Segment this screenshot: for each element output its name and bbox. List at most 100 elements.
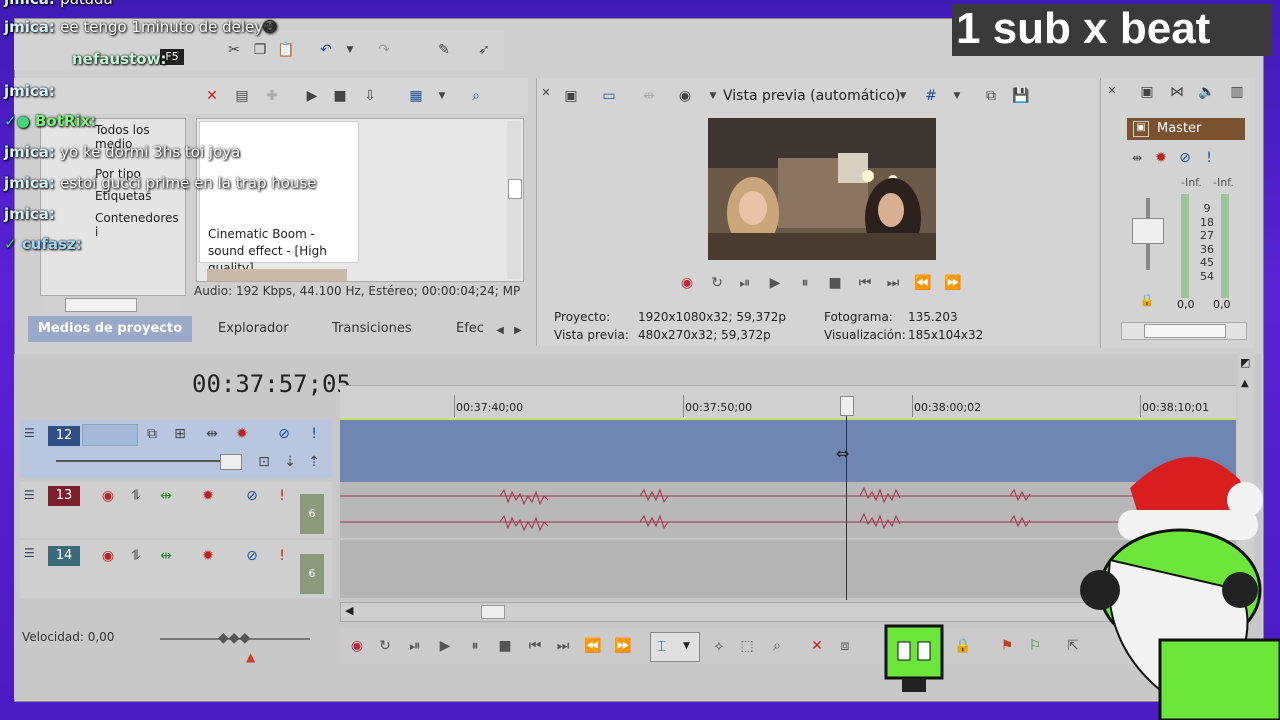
master-bus[interactable]: ▣ Master — [1127, 118, 1245, 140]
overlay-grid-icon[interactable]: # — [921, 86, 941, 106]
tab-effects[interactable]: Efec — [456, 316, 484, 342]
views-icon[interactable]: ▦ — [406, 86, 426, 106]
track-name-field[interactable] — [82, 424, 138, 446]
playhead[interactable] — [846, 398, 847, 600]
trim-icon[interactable]: ⧈ — [834, 635, 856, 657]
playhead-handle[interactable] — [840, 396, 854, 416]
next-frame-icon[interactable]: ⏩ — [612, 635, 634, 657]
make-compositing-parent-icon[interactable]: ⇡ — [304, 452, 324, 472]
master-bypass-icon[interactable]: ⊘ — [1175, 148, 1195, 168]
properties-icon[interactable]: ▤ — [232, 86, 252, 106]
preview-close-icon[interactable]: ✕ — [536, 82, 556, 102]
play-icon[interactable]: ▶ — [764, 272, 786, 294]
add-icon[interactable]: ✚ — [262, 86, 282, 106]
speed-slider-thumb[interactable]: ◆◆◆ — [218, 630, 250, 646]
cut-icon[interactable]: ✂ — [224, 40, 244, 60]
mixer-properties-icon[interactable]: ▣ — [1137, 82, 1157, 102]
downmix-icon[interactable]: ⋈ — [1167, 82, 1187, 102]
render-icon[interactable]: ✎ — [434, 40, 454, 60]
track-pan-icon[interactable]: ⇹ — [202, 424, 222, 444]
track-mute-icon[interactable]: ⊘ — [274, 424, 294, 444]
mixer-meter-icon[interactable]: ▥ — [1227, 82, 1247, 102]
track-fx-icon[interactable]: ✹ — [198, 546, 218, 566]
make-compositing-child-icon[interactable]: ⇣ — [280, 452, 300, 472]
lock-envelopes-icon[interactable]: 🔒 — [952, 635, 974, 657]
preview-properties-icon[interactable]: ▣ — [561, 86, 581, 106]
track-motion-icon[interactable]: ⊞ — [170, 424, 190, 444]
record-icon[interactable]: ◉ — [346, 635, 368, 657]
lock-icon[interactable]: 🔒 — [1137, 290, 1157, 310]
pause-icon[interactable]: ⏸ — [464, 635, 486, 657]
tree-scrollbar[interactable] — [45, 297, 179, 312]
pause-icon[interactable]: ⏸ — [794, 272, 816, 294]
play-from-start-icon[interactable]: ⏯ — [404, 635, 426, 657]
track-solo-icon[interactable]: ! — [272, 486, 292, 506]
arm-record-icon[interactable]: ◉ — [98, 546, 118, 566]
selection-tool-icon[interactable]: ⬚ — [736, 635, 758, 657]
undo-icon[interactable]: ↶ — [316, 40, 336, 60]
insert-marker-icon[interactable]: ⚑ — [996, 635, 1018, 657]
parent-composite-icon[interactable]: ⊡ — [254, 452, 274, 472]
external-monitor-icon[interactable]: ▭ — [599, 86, 619, 106]
tabs-right-icon[interactable]: ▶ — [508, 320, 528, 340]
search-icon[interactable]: ⌕ — [466, 86, 486, 106]
play-preview-icon[interactable]: ▶ — [302, 86, 322, 106]
track-pan-icon[interactable]: ⇹ — [156, 486, 176, 506]
track-header-video[interactable]: ☰ 12 ⧉ ⊞ ⇹ ✹ ⊘ ! ⊡ ⇣ ⇡ — [20, 420, 332, 478]
invert-phase-icon[interactable]: ⥮ — [126, 546, 146, 566]
track-mute-icon[interactable]: ⊘ — [242, 546, 262, 566]
tab-project-media[interactable]: Medios de proyecto — [28, 316, 193, 342]
go-to-end-icon[interactable]: ⏭ — [552, 635, 574, 657]
track-fx-icon[interactable]: ✹ — [232, 424, 252, 444]
mixer-close-icon[interactable]: ✕ — [1102, 80, 1122, 100]
prev-frame-icon[interactable]: ⏪ — [582, 635, 604, 657]
tabs-left-icon[interactable]: ◀ — [490, 320, 510, 340]
track-collapse-icon[interactable]: ☰ — [24, 488, 35, 502]
track-pan-icon[interactable]: ⇹ — [156, 546, 176, 566]
track-fx-icon[interactable]: ✹ — [198, 486, 218, 506]
master-pan-icon[interactable]: ⇹ — [1127, 148, 1147, 168]
prev-frame-icon[interactable]: ⏪ — [912, 272, 934, 294]
track-collapse-icon[interactable]: ☰ — [24, 546, 35, 560]
zoom-tool-icon[interactable]: ⌕ — [766, 635, 788, 657]
auto-preview-icon[interactable]: ⇩ — [360, 86, 380, 106]
tab-explorer[interactable]: Explorador — [218, 316, 289, 342]
arm-record-icon[interactable]: ◉ — [98, 486, 118, 506]
track-opacity-thumb[interactable] — [220, 454, 242, 470]
play-icon[interactable]: ▶ — [434, 635, 456, 657]
mute-icon[interactable]: 🔈 — [1197, 82, 1217, 102]
go-to-start-icon[interactable]: ⏮ — [854, 272, 876, 294]
loop-icon[interactable]: ↻ — [374, 635, 396, 657]
stop-icon[interactable]: ■ — [824, 272, 846, 294]
copy-icon[interactable]: ❐ — [250, 40, 270, 60]
preview-mode-dropdown-icon[interactable]: ▼ — [703, 86, 723, 106]
preview-mode-label[interactable]: Vista previa (automático) — [723, 88, 900, 104]
delete-clip-icon[interactable]: ✕ — [806, 635, 828, 657]
copy-snapshot-icon[interactable]: ⧉ — [981, 86, 1001, 106]
undo-dropdown-icon[interactable]: ▼ — [340, 40, 360, 60]
play-from-start-icon[interactable]: ⏯ — [734, 272, 756, 294]
envelope-tool-icon[interactable]: ⟡ — [708, 635, 730, 657]
mixer-scrollbar[interactable] — [1121, 322, 1247, 340]
scroll-left-icon[interactable]: ◀ — [345, 604, 353, 617]
track-collapse-icon[interactable]: ☰ — [24, 426, 35, 440]
redo-icon[interactable]: ↷ — [374, 40, 394, 60]
preview-quality-dropdown-icon[interactable]: ▼ — [893, 86, 913, 106]
tab-transitions[interactable]: Transiciones — [332, 316, 412, 342]
invert-phase-icon[interactable]: ⥮ — [126, 486, 146, 506]
master-solo-icon[interactable]: ! — [1199, 148, 1219, 168]
paste-icon[interactable]: 📋 — [276, 40, 296, 60]
next-frame-icon[interactable]: ⏩ — [942, 272, 964, 294]
scroll-thumb[interactable] — [481, 605, 505, 619]
master-fader[interactable] — [1132, 218, 1164, 244]
split-screen-icon[interactable]: ⇹ — [639, 86, 659, 106]
go-to-start-icon[interactable]: ⏮ — [524, 635, 546, 657]
overlay-dropdown-icon[interactable]: ▼ — [947, 86, 967, 106]
views-dropdown-icon[interactable]: ▼ — [432, 86, 452, 106]
go-to-end-icon[interactable]: ⏭ — [882, 272, 904, 294]
track-solo-icon[interactable]: ! — [304, 424, 324, 444]
scroll-up-icon[interactable]: ▲ — [1241, 378, 1249, 389]
master-fx-icon[interactable]: ✹ — [1151, 148, 1171, 168]
record-icon[interactable]: ◉ — [676, 272, 698, 294]
tree-item-bins[interactable]: Contenedores i — [95, 211, 185, 239]
